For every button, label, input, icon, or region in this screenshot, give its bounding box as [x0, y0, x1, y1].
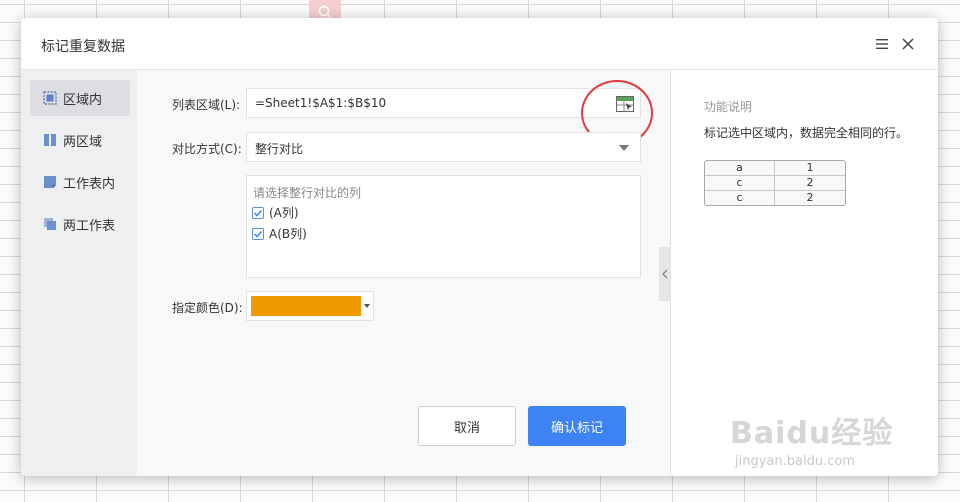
- compare-mode-select[interactable]: 整行对比: [246, 132, 641, 162]
- table-row: a 1: [705, 161, 845, 176]
- watermark-url: jingyan.baidu.com: [735, 454, 855, 469]
- columns-hint: 请选择整行对比的列: [253, 186, 362, 200]
- sheet-icon: [43, 175, 57, 189]
- range-value: =Sheet1!$A$1:$B$10: [255, 96, 387, 110]
- sidebar-item-label: 两工作表: [63, 218, 116, 234]
- two-sheets-icon: [43, 217, 57, 231]
- table-cell: 2: [806, 176, 814, 189]
- sidebar-item-two-sheets[interactable]: 两工作表: [30, 206, 130, 242]
- hamburger-menu-icon: [876, 39, 888, 49]
- checkbox[interactable]: [252, 227, 264, 240]
- close-icon: [902, 38, 914, 50]
- table-row: c 2: [705, 176, 845, 191]
- options-panel: 列表区域(L): =Sheet1!$A$1:$B$10 对比方式(C): 整行对…: [137, 70, 670, 476]
- cancel-button[interactable]: 取消: [418, 406, 516, 446]
- sidebar-item-label: 两区域: [63, 134, 103, 150]
- baidu-watermark: Baidu经验 jingyan.baidu.com: [730, 398, 940, 482]
- selection-box-icon: [43, 91, 57, 105]
- table-cell: a: [705, 161, 775, 175]
- chevron-left-icon: [661, 269, 667, 279]
- color-label: 指定颜色(D):: [172, 301, 243, 315]
- dialog-titlebar: 标记重复数据: [21, 18, 938, 70]
- help-title: 功能说明: [704, 100, 753, 114]
- checkmark-icon: [253, 230, 263, 238]
- chevron-down-icon: [364, 304, 370, 308]
- checkbox-label: (A列): [269, 206, 299, 220]
- sidebar-item-in-range[interactable]: 区域内: [30, 80, 130, 116]
- help-description: 标记选中区域内，数据完全相同的行。: [704, 126, 909, 140]
- example-table: a 1 c 2 c 2: [704, 160, 846, 206]
- sidebar-item-two-ranges[interactable]: 两区域: [30, 122, 130, 158]
- menu-button[interactable]: [872, 34, 892, 54]
- dialog-title: 标记重复数据: [41, 39, 125, 55]
- checkmark-icon: [253, 209, 263, 217]
- checkbox[interactable]: [252, 206, 264, 219]
- sidebar-item-label: 工作表内: [63, 176, 116, 192]
- close-button[interactable]: [898, 34, 918, 54]
- column-checkbox-a[interactable]: (A列): [252, 204, 299, 221]
- table-cell: 2: [806, 191, 814, 204]
- range-label: 列表区域(L):: [172, 98, 241, 112]
- checkbox-label: A(B列): [269, 227, 307, 241]
- column-selection-box: 请选择整行对比的列 (A列) A(B列): [246, 175, 641, 278]
- column-checkbox-b[interactable]: A(B列): [252, 225, 307, 242]
- table-cell: c: [705, 191, 775, 205]
- confirm-mark-button[interactable]: 确认标记: [528, 406, 626, 446]
- sidebar-item-in-sheet[interactable]: 工作表内: [30, 164, 130, 200]
- table-row: c 2: [705, 191, 845, 205]
- color-swatch: [251, 296, 361, 316]
- watermark-logo-text: Baidu经验: [730, 416, 894, 451]
- compare-mode-value: 整行对比: [255, 142, 304, 156]
- compare-label: 对比方式(C):: [172, 142, 242, 156]
- mode-sidebar: 区域内 两区域 工作表内 两工作表: [21, 70, 137, 476]
- color-picker[interactable]: [246, 291, 374, 321]
- table-cell: 1: [806, 161, 814, 174]
- sidebar-item-label: 区域内: [63, 92, 103, 108]
- collapse-panel-handle[interactable]: [659, 247, 670, 301]
- chevron-down-icon: [619, 145, 629, 151]
- two-columns-icon: [43, 133, 57, 147]
- table-cell: c: [705, 176, 775, 190]
